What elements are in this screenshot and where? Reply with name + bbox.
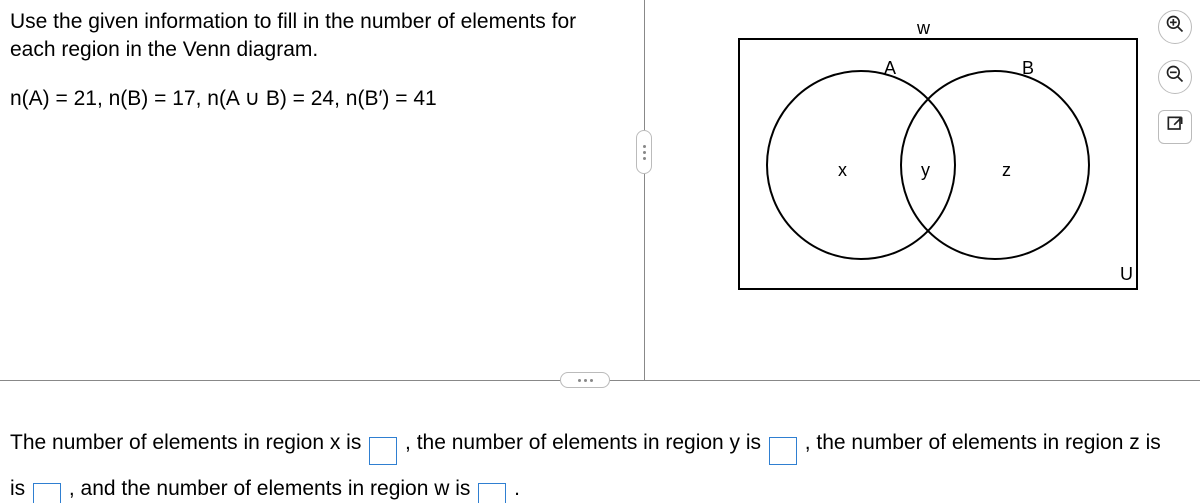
given-values: n(A) = 21, n(B) = 17, n(A ∪ B) = 24, n(B… (10, 86, 437, 111)
venn-region-x-label: x (838, 160, 847, 181)
zoom-in-icon (1165, 14, 1185, 40)
vertical-resize-handle[interactable] (636, 130, 652, 174)
venn-a-label: A (884, 58, 896, 79)
venn-region-z-label: z (1002, 160, 1011, 181)
answer-text-1: The number of elements in region x is (10, 431, 367, 454)
venn-b-label: B (1022, 58, 1034, 79)
zoom-out-button[interactable] (1158, 60, 1192, 94)
answer-text-5: . (514, 477, 520, 500)
input-region-y[interactable] (769, 437, 797, 465)
venn-universe-label: U (1120, 264, 1133, 285)
answer-text-4: , and the number of elements in region w… (69, 477, 476, 500)
question-prompt: Use the given information to fill in the… (10, 8, 590, 65)
venn-region-y-label: y (921, 160, 930, 181)
input-region-z[interactable] (33, 483, 61, 503)
horizontal-resize-handle[interactable] (560, 372, 610, 388)
popout-button[interactable] (1158, 110, 1192, 144)
zoom-in-button[interactable] (1158, 10, 1192, 44)
input-region-w[interactable] (478, 483, 506, 503)
venn-w-label: w (917, 18, 930, 39)
zoom-out-icon (1165, 64, 1185, 90)
popout-icon (1165, 114, 1185, 140)
answer-sentence: The number of elements in region x is , … (10, 420, 1190, 503)
answer-text-2: , the number of elements in region y is (405, 431, 767, 454)
input-region-x[interactable] (369, 437, 397, 465)
answer-text-3: , the number of elements in region z is (805, 431, 1161, 454)
vertical-divider (644, 0, 645, 380)
